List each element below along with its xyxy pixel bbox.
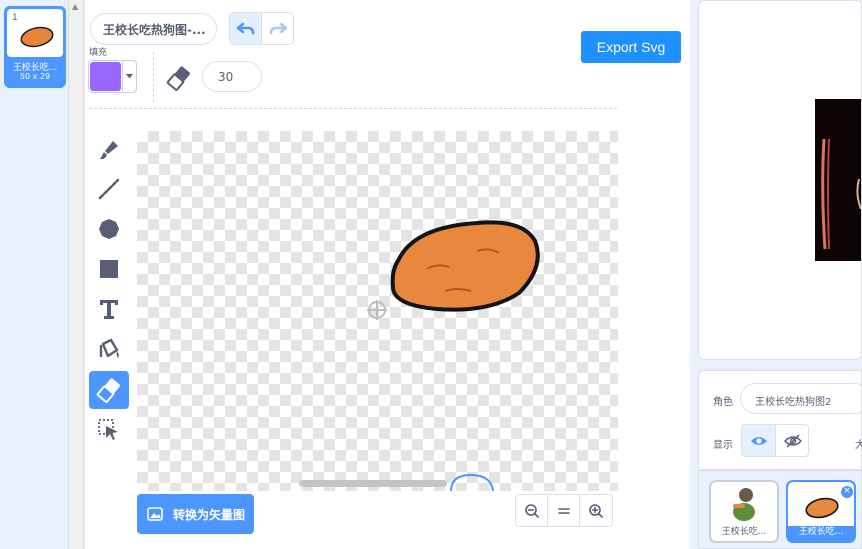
text-tool[interactable] (89, 290, 129, 328)
line-tool[interactable] (89, 170, 129, 208)
line-icon (98, 178, 120, 200)
zoom-in-icon (589, 503, 603, 518)
brush-icon (100, 141, 118, 160)
fill-label: 填充 (89, 48, 108, 58)
rectangle-tool[interactable] (89, 250, 129, 288)
convert-label: 转换为矢量图 (173, 507, 246, 522)
redo-icon (269, 22, 287, 34)
chevron-down-icon[interactable] (122, 61, 136, 92)
costume-thumbnail: 1 (7, 9, 63, 57)
costume-tile[interactable]: 1 王校长吃... 50 x 29 (4, 6, 66, 88)
delete-sprite-icon[interactable]: × (840, 485, 854, 499)
undo-icon (236, 22, 254, 34)
sprite-label: 角色 (713, 397, 733, 408)
stage-preview[interactable] (698, 0, 862, 360)
costume-list: 1 王校长吃... 50 x 29 (0, 0, 69, 549)
sprite-tile-selected[interactable]: × 王校长吃... (786, 480, 856, 543)
stage-sprite-image (815, 99, 861, 261)
convert-to-vector-button[interactable]: 转换为矢量图 (137, 494, 254, 534)
fill-color-swatch[interactable] (90, 62, 121, 91)
brush-tool[interactable] (89, 131, 129, 169)
fill-tool[interactable] (89, 330, 129, 368)
eraser-icon (96, 378, 120, 403)
sprite-thumbnail (733, 488, 755, 521)
zoom-reset-icon (557, 507, 570, 514)
fill-color-picker[interactable] (88, 60, 137, 93)
fill-bucket-icon (99, 338, 119, 358)
hide-button[interactable] (776, 425, 808, 456)
costume-number: 1 (12, 13, 18, 23)
select-icon (98, 419, 118, 440)
export-svg-button[interactable]: Export Svg (581, 31, 681, 63)
show-label: 显示 (713, 440, 733, 451)
size-label: 大 (855, 440, 862, 451)
sprite-name: 王校长吃... (798, 527, 844, 537)
image-icon (147, 507, 163, 521)
paint-canvas[interactable] (137, 131, 618, 491)
canvas-horizontal-scrollbar[interactable] (299, 480, 447, 487)
zoom-out-button[interactable] (516, 495, 548, 526)
rectangle-icon (100, 260, 118, 278)
eraser-tool[interactable] (89, 371, 129, 409)
divider (89, 108, 617, 109)
select-tool[interactable] (89, 411, 129, 449)
show-button[interactable] (742, 425, 776, 456)
sprite-info-panel: 角色 王校长吃热狗图2 显示 大 (698, 370, 862, 470)
zoom-in-button[interactable] (580, 495, 612, 526)
eye-slash-icon (783, 433, 802, 448)
visibility-toggle (741, 424, 809, 457)
sprite-tile[interactable]: 王校长吃... (709, 480, 779, 543)
scroll-up-icon[interactable]: ▲ (72, 2, 78, 11)
eraser-size-field[interactable]: 30 (202, 61, 262, 92)
undo-redo-group (229, 12, 294, 45)
sprite-name-field[interactable]: 王校长吃热狗图2 (740, 383, 862, 414)
costume-list-scrollbar[interactable]: ▲ (69, 0, 84, 549)
zoom-out-icon (524, 503, 539, 518)
divider (153, 52, 154, 102)
text-icon (100, 300, 118, 319)
undo-button[interactable] (230, 13, 262, 44)
hot-dog-image (367, 220, 540, 491)
sprite-list: 王校长吃... × 王校长吃... (698, 470, 862, 549)
costume-name-field[interactable]: 王校长吃热狗图-... (90, 13, 217, 45)
eraser-size-icon (165, 64, 193, 92)
costume-size: 50 x 29 (19, 72, 51, 81)
sprite-name: 王校长吃... (721, 527, 767, 537)
zoom-reset-button[interactable] (548, 495, 580, 526)
circle-tool[interactable] (89, 210, 129, 248)
eye-icon (750, 436, 767, 445)
paint-editor: 王校长吃热狗图-... Export Svg 填充 30 转换为矢量图 (85, 0, 690, 549)
redo-button[interactable] (262, 13, 293, 44)
zoom-controls (515, 494, 613, 527)
circle-icon (99, 219, 119, 239)
